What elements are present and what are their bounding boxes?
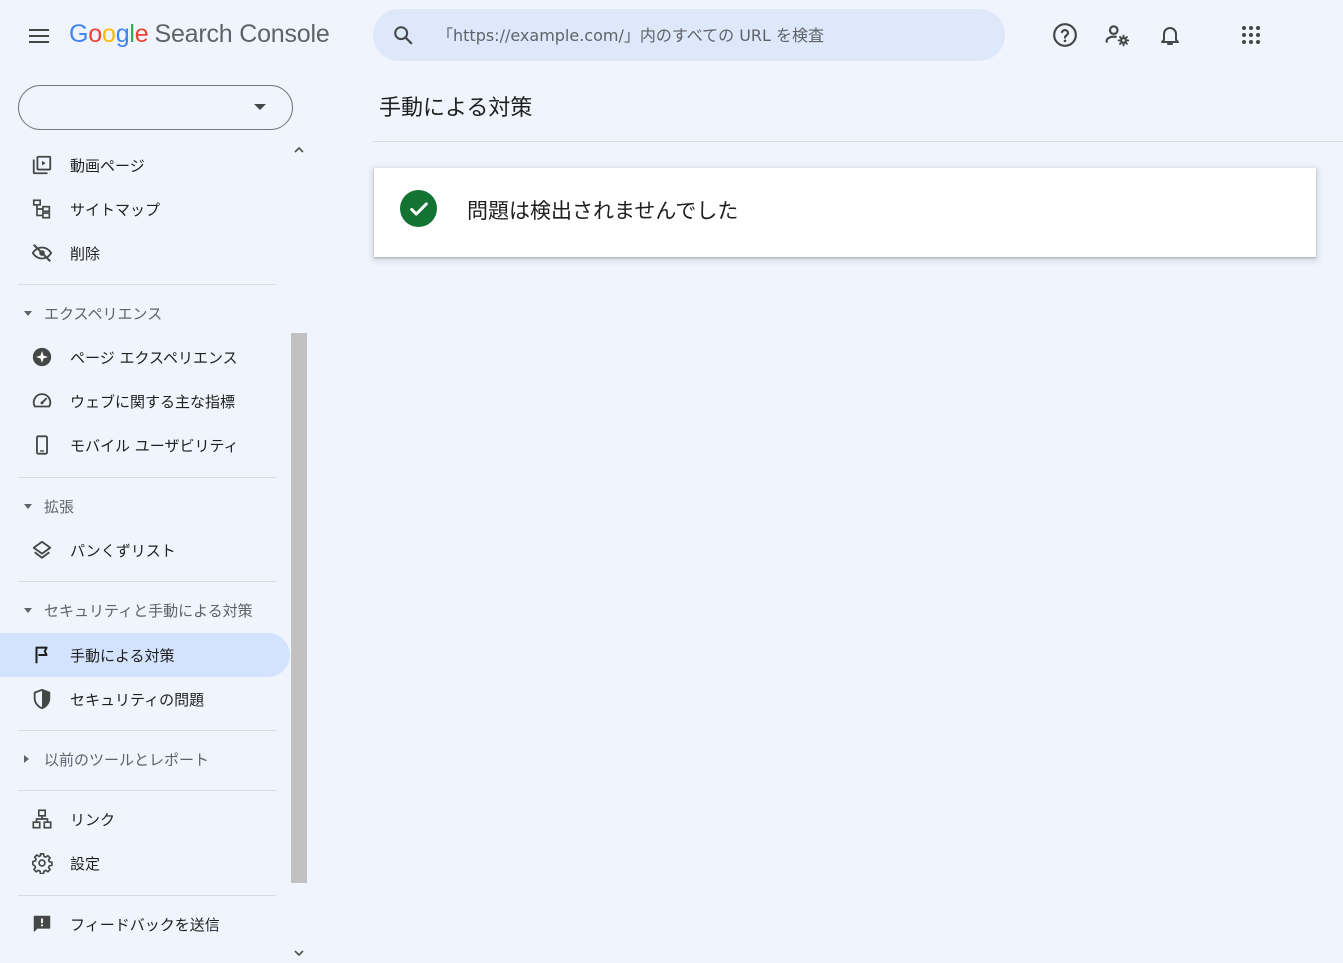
sidebar-divider	[18, 895, 276, 896]
sidebar-item-label: 削除	[70, 244, 101, 263]
sidebar-scrollbar[interactable]	[290, 140, 308, 963]
removal-icon	[30, 241, 54, 265]
sidebar-item-label: サイトマップ	[70, 200, 161, 219]
section-toggle-security[interactable]: セキュリティと手動による対策	[0, 590, 290, 630]
sidebar-item-label: フィードバックを送信	[70, 915, 220, 934]
status-message: 問題は検出されませんでした	[467, 199, 739, 223]
page-experience-icon	[30, 345, 54, 369]
sidebar-divider	[18, 581, 276, 582]
sidebar-item-send-feedback[interactable]: フィードバックを送信	[0, 902, 290, 946]
bell-icon	[1161, 27, 1179, 45]
sidebar-item-label: 設定	[70, 854, 101, 873]
expand-triangle-icon	[24, 504, 32, 509]
url-inspection-search[interactable]	[373, 9, 1005, 61]
help-icon	[1053, 23, 1077, 47]
sitemap-icon	[30, 197, 54, 221]
sidebar-item-links[interactable]: リンク	[0, 797, 290, 841]
section-heading: セキュリティと手動による対策	[44, 601, 253, 620]
dropdown-caret-icon	[254, 104, 266, 110]
property-selector[interactable]	[18, 85, 293, 130]
sidebar-divider	[18, 730, 276, 731]
search-console-preferences-button[interactable]	[1099, 17, 1135, 53]
feedback-icon	[30, 912, 54, 936]
title-divider	[373, 141, 1343, 142]
status-card: 問題は検出されませんでした	[374, 168, 1316, 257]
expand-triangle-icon	[24, 608, 32, 613]
sidebar-item-label: モバイル ユーザビリティ	[70, 436, 239, 455]
sidebar-item-label: 手動による対策	[70, 646, 175, 665]
scroll-up-arrow-icon[interactable]	[294, 145, 304, 155]
search-input[interactable]	[433, 15, 973, 55]
check-circle-icon	[400, 190, 437, 227]
sidebar-item-label: 動画ページ	[70, 156, 145, 175]
scrollbar-thumb[interactable]	[291, 333, 307, 883]
sidebar-item-settings[interactable]: 設定	[0, 841, 290, 885]
section-heading: 以前のツールとレポート	[44, 750, 210, 769]
logo-letter: o	[101, 20, 116, 48]
section-heading: 拡張	[44, 497, 75, 516]
logo-letter: G	[69, 20, 89, 48]
sidebar-item-label: ウェブに関する主な指標	[70, 392, 236, 411]
layers-icon	[30, 538, 54, 562]
sidebar-item-mobile-usability[interactable]: モバイル ユーザビリティ	[0, 423, 290, 467]
sidebar-divider	[18, 790, 276, 791]
help-button[interactable]	[1047, 17, 1083, 53]
logo-letter: g	[115, 20, 130, 48]
sidebar-item-breadcrumbs[interactable]: パンくずリスト	[0, 528, 290, 572]
google-apps-button[interactable]	[1233, 17, 1269, 53]
product-name: Search Console	[154, 20, 330, 48]
apps-grid-icon	[1242, 26, 1260, 44]
search-icon[interactable]	[373, 9, 433, 61]
section-toggle-legacy-tools[interactable]: 以前のツールとレポート	[0, 739, 290, 779]
expand-triangle-icon	[24, 311, 32, 316]
logo-letter: e	[134, 20, 149, 48]
sidebar-item-label: セキュリティの問題	[70, 690, 205, 709]
sidebar-item-removals[interactable]: 削除	[0, 231, 290, 275]
section-toggle-enhancements[interactable]: 拡張	[0, 486, 290, 526]
section-heading: エクスペリエンス	[44, 304, 163, 323]
sidebar-divider	[18, 477, 276, 478]
scroll-down-arrow-icon[interactable]	[294, 948, 304, 958]
sidebar-item-label: ページ エクスペリエンス	[70, 348, 238, 367]
video-page-icon	[30, 153, 54, 177]
notifications-button[interactable]	[1152, 17, 1188, 53]
collapsed-triangle-icon	[24, 755, 29, 763]
mobile-icon	[30, 433, 54, 457]
logo-letter: o	[88, 20, 102, 48]
links-icon	[30, 807, 54, 831]
main-menu-button[interactable]	[22, 19, 56, 53]
sidebar-item-video-pages[interactable]: 動画ページ	[0, 143, 290, 187]
top-app-bar: G o o g l e Search Console	[0, 0, 1343, 72]
sidebar-item-core-web-vitals[interactable]: ウェブに関する主な指標	[0, 379, 290, 423]
google-search-console-logo[interactable]: G o o g l e Search Console	[69, 20, 330, 54]
shield-icon	[30, 687, 54, 711]
sidebar-divider	[18, 284, 276, 285]
hamburger-icon	[29, 29, 49, 43]
section-toggle-experience[interactable]: エクスペリエンス	[0, 293, 290, 333]
sidebar-item-label: リンク	[70, 810, 116, 829]
sidebar-item-label: パンくずリスト	[70, 541, 176, 560]
sidebar-item-sitemaps[interactable]: サイトマップ	[0, 187, 290, 231]
page-title: 手動による対策	[379, 96, 533, 121]
flag-icon	[30, 643, 54, 667]
person-settings-icon	[1105, 25, 1130, 47]
speedometer-icon	[30, 389, 54, 413]
sidebar-item-page-experience[interactable]: ページ エクスペリエンス	[0, 335, 290, 379]
navigation-sidebar: 動画ページ サイトマップ 削除 エクスペリエンス ページ エクスペリエンス ウェ…	[0, 140, 290, 963]
settings-icon	[30, 851, 54, 875]
sidebar-item-security-issues[interactable]: セキュリティの問題	[0, 677, 290, 721]
sidebar-item-manual-actions[interactable]: 手動による対策	[0, 633, 290, 677]
